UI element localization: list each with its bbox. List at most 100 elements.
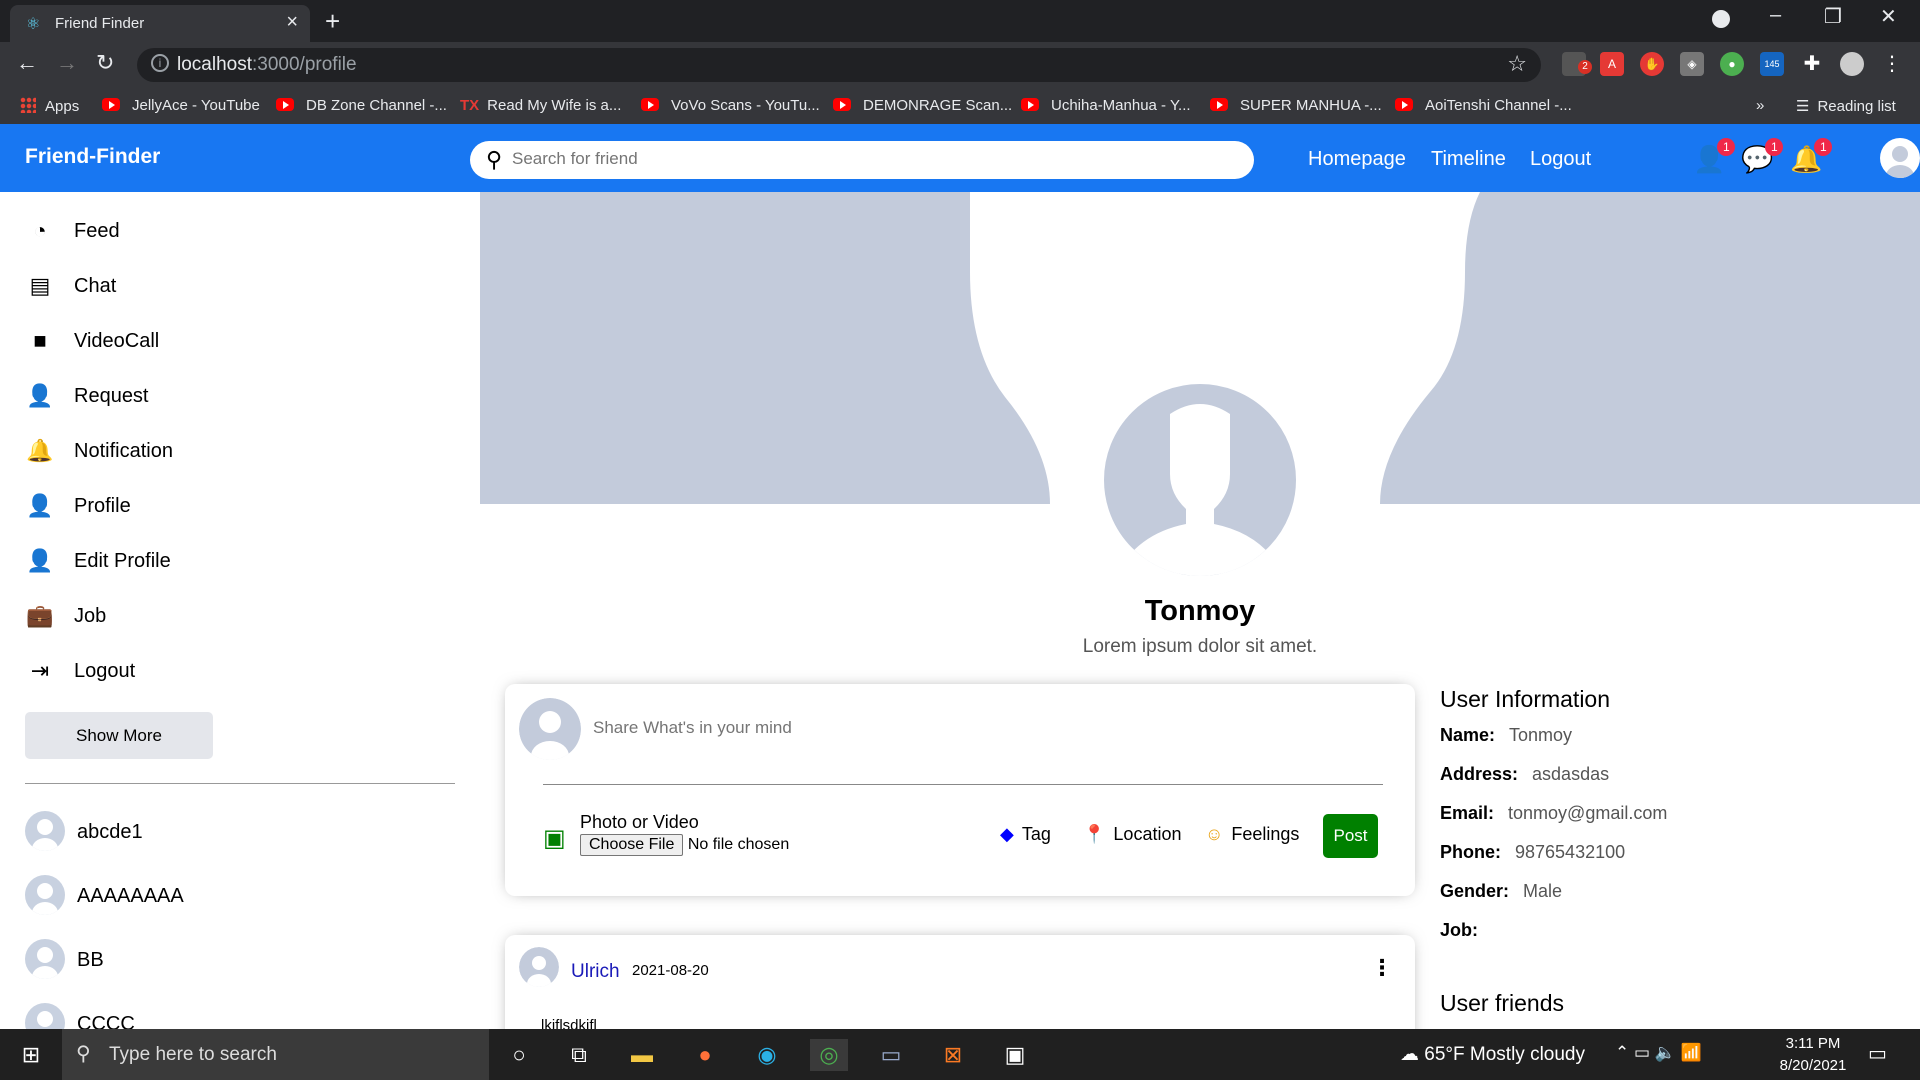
bookmark-item[interactable]: TX Read My Wife is a... — [460, 97, 621, 114]
bookmarks-bar: Apps JellyAce - YouTube DB Zone Channel … — [0, 88, 1920, 124]
post-button[interactable]: Post — [1323, 814, 1378, 858]
restore-icon[interactable]: ❐ — [1824, 4, 1842, 29]
search-input[interactable] — [512, 149, 1212, 169]
nav-homepage-link[interactable]: Homepage — [1308, 148, 1406, 171]
taskbar-search[interactable]: ⚲ Type here to search — [62, 1029, 489, 1080]
site-info-icon[interactable]: i — [151, 54, 169, 72]
back-icon[interactable]: ← — [16, 50, 38, 76]
chrome-icon[interactable]: ◎ — [810, 1039, 848, 1071]
messages-icon[interactable]: 💬 1 — [1741, 138, 1784, 175]
browser-tab[interactable]: ⚛ Friend Finder × — [10, 5, 310, 42]
tab-search-icon[interactable] — [1712, 10, 1730, 28]
location-option[interactable]: 📍 Location — [1083, 824, 1181, 845]
share-divider — [543, 784, 1383, 785]
apps-grid-icon — [20, 97, 36, 113]
windows-taskbar: ⊞ ⚲ Type here to search ○ ⧉ ▬ ● ◉ ◎ ▭ ⊠ … — [0, 1029, 1920, 1080]
bookmark-item[interactable]: Uchiha-Manhua - Y... — [1021, 97, 1191, 114]
search-icon: ⚲ — [486, 147, 503, 172]
chat-icon: ▤ — [29, 273, 51, 298]
extension-shield-icon[interactable]: ◈ — [1680, 52, 1704, 76]
tag-option[interactable]: ◆ Tag — [1000, 824, 1051, 845]
extension-stop-icon[interactable]: ✋ — [1640, 52, 1664, 76]
sidebar-divider — [25, 783, 455, 784]
youtube-icon — [1210, 98, 1228, 111]
windows-start-icon[interactable]: ⊞ — [12, 1039, 50, 1071]
post-author-avatar[interactable] — [519, 947, 559, 987]
bookmark-item[interactable]: JellyAce - YouTube — [102, 97, 260, 114]
minimize-icon[interactable]: – — [1770, 4, 1781, 27]
forward-icon[interactable]: → — [56, 50, 78, 76]
profile-avatar-icon[interactable] — [1840, 52, 1864, 76]
extension-counter-icon[interactable]: 145 — [1760, 52, 1784, 76]
user-avatar[interactable] — [1880, 138, 1920, 178]
reload-icon[interactable]: ↻ — [96, 50, 114, 76]
notification-center-icon[interactable]: ▭ — [1868, 1041, 1887, 1066]
app-navbar: Friend-Finder ⚲ Homepage Timeline Logout… — [0, 124, 1920, 192]
youtube-icon — [641, 98, 659, 111]
clock-time[interactable]: 3:11 PM — [1778, 1035, 1848, 1052]
search-bar: ⚲ — [470, 141, 1254, 179]
bookmark-item[interactable]: AoiTenshi Channel -... — [1395, 97, 1572, 114]
address-bar-row: ← → ↻ i localhost:3000/profile ☆ 2 A ✋ ◈… — [0, 42, 1920, 88]
person-icon: 👤 — [26, 493, 54, 518]
extensions-puzzle-icon[interactable]: ✚ — [1800, 52, 1824, 76]
info-row-email: Email: tonmoy@gmail.com — [1440, 803, 1668, 823]
bookmark-apps[interactable]: Apps — [20, 97, 79, 115]
clock-date[interactable]: 8/20/2021 — [1774, 1057, 1852, 1074]
tray-icons[interactable]: ⌃ ▭ 🔈 📶 — [1615, 1043, 1702, 1063]
youtube-icon — [833, 98, 851, 111]
firefox-icon[interactable]: ● — [686, 1039, 724, 1071]
post-date: 2021-08-20 — [632, 962, 709, 979]
feelings-option[interactable]: ☺ Feelings — [1205, 824, 1299, 845]
bookmark-item[interactable]: VoVo Scans - YouTu... — [641, 97, 820, 114]
extension-mail-icon[interactable]: 2 — [1562, 52, 1592, 76]
show-more-button[interactable]: Show More — [25, 712, 213, 759]
info-row-gender: Gender: Male — [1440, 881, 1563, 901]
reading-list[interactable]: ☰ Reading list — [1796, 97, 1896, 115]
edge-icon[interactable]: ◉ — [748, 1039, 786, 1071]
file-explorer-icon[interactable]: ▬ — [623, 1039, 661, 1071]
share-input[interactable] — [593, 718, 1293, 738]
site-favicon-icon: TX — [460, 97, 480, 114]
xampp-icon[interactable]: ⊠ — [934, 1039, 972, 1071]
no-file-label: No file chosen — [687, 836, 790, 853]
close-tab-icon[interactable]: × — [286, 11, 298, 34]
tab-title: Friend Finder — [55, 15, 145, 32]
brand-logo[interactable]: Friend-Finder — [25, 145, 160, 169]
post-options-icon[interactable]: ⋮ — [1371, 955, 1393, 981]
cortana-icon[interactable]: ○ — [500, 1039, 538, 1071]
profile-picture[interactable] — [1100, 380, 1300, 580]
bookmark-item[interactable]: DB Zone Channel -... — [276, 97, 447, 114]
youtube-icon — [1021, 98, 1039, 111]
bookmark-star-icon[interactable]: ☆ — [1507, 51, 1527, 77]
menu-dots-icon[interactable]: ⋮ — [1880, 52, 1904, 76]
bookmarks-overflow[interactable]: » — [1756, 97, 1764, 114]
notifications-bell-icon[interactable]: 🔔 1 — [1790, 138, 1833, 175]
post-username[interactable]: Ulrich — [571, 961, 620, 983]
close-window-icon[interactable]: ✕ — [1880, 4, 1897, 29]
cloud-icon: ☁ — [1400, 1044, 1425, 1065]
share-avatar — [519, 698, 581, 760]
bookmark-item[interactable]: DEMONRAGE Scan... — [833, 97, 1012, 114]
task-view-icon[interactable]: ⧉ — [560, 1039, 598, 1071]
bookmark-item[interactable]: SUPER MANHUA -... — [1210, 97, 1382, 114]
app-window-icon[interactable]: ▭ — [872, 1039, 910, 1071]
profile-name: Tonmoy — [1144, 595, 1256, 627]
youtube-icon — [276, 98, 294, 111]
choose-file-button[interactable]: Choose File — [580, 834, 684, 856]
share-post-box: ▣ Photo or Video Choose File No file cho… — [505, 684, 1415, 896]
friend-requests-icon[interactable]: 👤 1 — [1693, 138, 1736, 175]
browser-tab-strip: ⚛ Friend Finder × + – ❐ ✕ — [0, 0, 1920, 42]
video-call-icon: ■ — [33, 328, 47, 353]
terminal-icon[interactable]: ▣ — [996, 1039, 1034, 1071]
extension-pdf-icon[interactable]: A — [1600, 52, 1624, 76]
weather-widget[interactable]: ☁ 65°F Mostly cloudy — [1400, 1043, 1585, 1066]
nav-logout-link[interactable]: Logout — [1530, 148, 1591, 171]
extension-color-icon[interactable]: ● — [1720, 52, 1744, 76]
url-bar[interactable]: i localhost:3000/profile ☆ — [137, 48, 1541, 82]
briefcase-icon: 💼 — [26, 603, 54, 628]
tag-icon: ◆ — [1000, 824, 1014, 844]
rss-feed-icon: ◔ — [33, 218, 47, 243]
nav-timeline-link[interactable]: Timeline — [1431, 148, 1506, 171]
new-tab-icon[interactable]: + — [325, 6, 340, 37]
